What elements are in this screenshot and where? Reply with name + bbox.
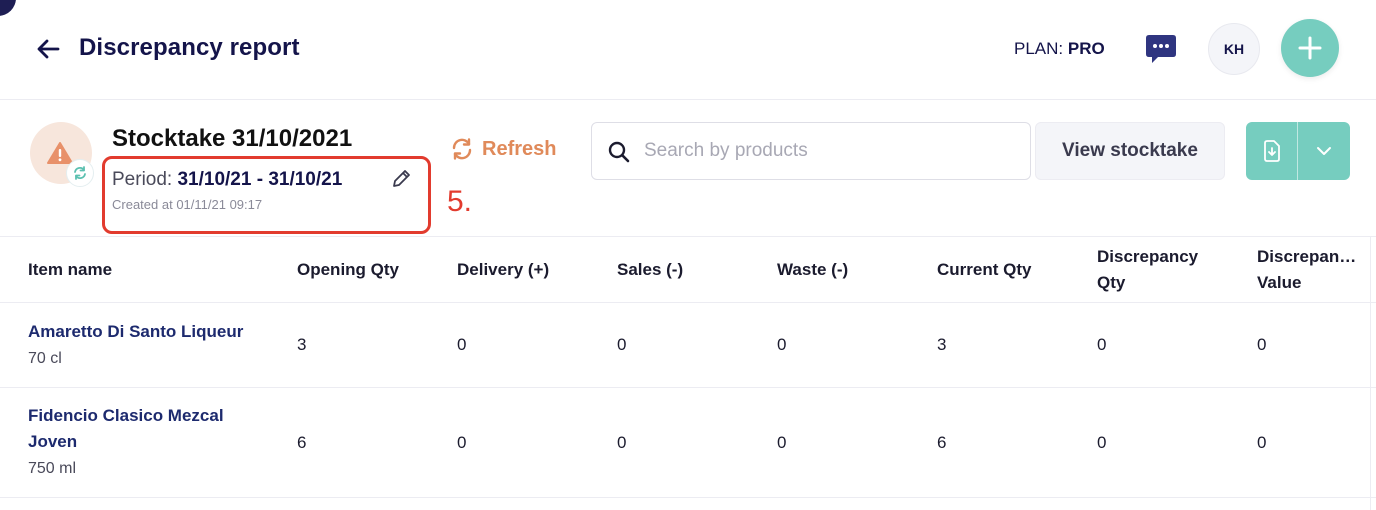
sync-badge	[66, 159, 94, 187]
export-dropdown-toggle[interactable]	[1298, 122, 1350, 180]
export-button-group	[1246, 122, 1350, 180]
discrepancy-value-cell: 0	[1257, 335, 1267, 354]
view-stocktake-button[interactable]: View stocktake	[1035, 122, 1225, 180]
current-qty-cell: 6	[937, 432, 947, 452]
table-row[interactable]: Fidencio Clasico Mezcal Joven 750 ml 6 0…	[0, 388, 1376, 498]
column-header-opening-qty[interactable]: Opening Qty	[297, 237, 399, 303]
item-size: 70 cl	[28, 349, 62, 367]
plan-value: PRO	[1067, 39, 1105, 58]
column-header-item-name[interactable]: Item name	[28, 237, 112, 303]
item-cell: Amaretto Di Santo Liqueur 70 cl	[28, 303, 278, 387]
sync-icon	[74, 166, 86, 180]
refresh-icon	[452, 138, 472, 160]
column-header-current-qty[interactable]: Current Qty	[937, 237, 1031, 303]
annotation-highlight-box	[102, 156, 431, 234]
column-header-delivery[interactable]: Delivery (+)	[457, 237, 549, 303]
opening-qty-cell: 6	[297, 432, 307, 452]
sales-cell: 0	[617, 335, 627, 354]
refresh-button[interactable]: Refresh	[450, 134, 556, 164]
file-download-icon	[1263, 140, 1280, 162]
sales-cell: 0	[617, 432, 627, 452]
waste-cell: 0	[777, 432, 787, 452]
search-icon	[608, 141, 630, 163]
table-row[interactable]: Amaretto Di Santo Liqueur 70 cl 3 0 0 0 …	[0, 303, 1376, 388]
opening-qty-cell: 3	[297, 335, 307, 354]
page-title: Discrepancy report	[79, 34, 300, 61]
plus-icon	[1298, 36, 1322, 60]
discrepancy-report-page: Discrepancy report PLAN: PRO KH Stocktak…	[0, 0, 1376, 510]
export-button[interactable]	[1246, 122, 1297, 180]
add-button[interactable]	[1281, 19, 1339, 77]
chat-icon[interactable]	[1144, 33, 1178, 65]
column-header-sales[interactable]: Sales (-)	[617, 237, 683, 303]
item-cell: Fidencio Clasico Mezcal Joven 750 ml	[28, 388, 268, 497]
refresh-label: Refresh	[482, 137, 557, 160]
discrepancy-qty-cell: 0	[1097, 432, 1107, 452]
discrepancy-table: Item name Opening Qty Delivery (+) Sales…	[0, 236, 1376, 498]
column-header-discrepancy-qty[interactable]: Discrepancy Qty	[1097, 237, 1198, 303]
delivery-cell: 0	[457, 335, 467, 354]
item-size: 750 ml	[28, 460, 77, 477]
stocktake-title: Stocktake 31/10/2021	[112, 125, 353, 152]
delivery-cell: 0	[457, 432, 467, 452]
back-arrow-icon[interactable]	[36, 38, 60, 60]
search-box	[591, 122, 1031, 180]
column-header-discrepancy-value[interactable]: Discrepan… Value	[1257, 237, 1356, 303]
search-input[interactable]	[644, 133, 1014, 169]
top-bar: Discrepancy report PLAN: PRO KH	[0, 0, 1376, 100]
column-header-waste[interactable]: Waste (-)	[777, 237, 848, 303]
item-name-link[interactable]: Amaretto Di Santo Liqueur	[28, 319, 278, 345]
scroll-edge	[1370, 236, 1376, 510]
item-name-link[interactable]: Fidencio Clasico Mezcal Joven	[28, 403, 253, 455]
user-avatar[interactable]: KH	[1208, 23, 1260, 75]
annotation-step-label: 5.	[447, 185, 473, 218]
waste-cell: 0	[777, 335, 787, 354]
plan-indicator: PLAN: PRO	[1014, 39, 1105, 59]
plan-label: PLAN:	[1014, 39, 1064, 58]
warning-icon	[47, 142, 73, 164]
discrepancy-qty-cell: 0	[1097, 335, 1107, 354]
table-header: Item name Opening Qty Delivery (+) Sales…	[0, 237, 1376, 303]
current-qty-cell: 3	[937, 335, 947, 354]
chevron-down-icon	[1317, 147, 1331, 155]
discrepancy-value-cell: 0	[1257, 432, 1267, 452]
